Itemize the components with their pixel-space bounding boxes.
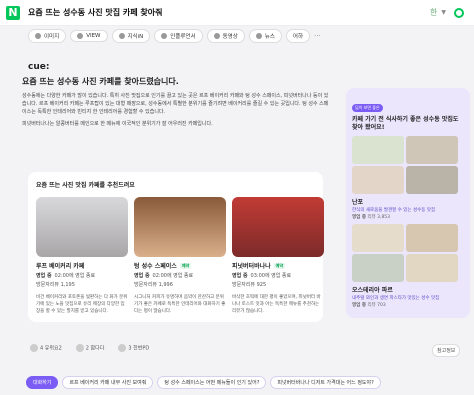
tab-kin[interactable]: 지식iN	[111, 29, 151, 43]
review-count: 방문자리뷰 1,996	[134, 282, 173, 288]
tab-images[interactable]: 이미지	[28, 29, 67, 43]
suggestion-pill[interactable]: 르프 베이커리 카페 내부 사진 보여줘	[62, 376, 154, 389]
avatar	[75, 344, 84, 352]
food-photo[interactable]	[406, 254, 458, 282]
place-name[interactable]: 루프 베이커리 카페	[36, 261, 84, 270]
answer-heading: 요즘 뜨는 성수동 사진 카페를 찾아드렸습니다.	[22, 77, 179, 86]
place-card[interactable]: 피넛버터바나나 예약 영업 중 03:00에 영업 종료 방문자리뷰 925 바삭한…	[232, 197, 324, 315]
top-search-bar: N 요즘 뜨는 성수동 사진 맛집 카페 찾아줘 한 ▼	[0, 0, 474, 26]
food-photo[interactable]	[352, 136, 404, 164]
reaction-item[interactable]: 4 유위요2	[30, 344, 62, 352]
place-card[interactable]: 루프 베이커리 카페 영업 중 02:00에 영업 종료 방문자리뷰 1,195 …	[36, 197, 128, 315]
chat-button[interactable]: 대화하기	[26, 376, 59, 389]
place-photo-grid[interactable]	[352, 136, 464, 194]
video-icon	[213, 33, 220, 39]
place-desc: 시그니처 커피가 유명하며 음악이 잔잔하고 분위기가 좋은 카페로 독특한 인…	[134, 295, 226, 314]
answer-paragraph: 성수동에는 다양한 카페가 많이 있습니다. 특히 사진 맛집으로 인기를 끌고…	[22, 93, 329, 115]
side-place-sub: 내추럴 와인과 생면 파스타가 맛있는 성수 맛집	[352, 296, 440, 301]
place-photo[interactable]	[134, 197, 226, 257]
place-photo[interactable]	[232, 197, 324, 257]
place-name[interactable]: 피넛버터바나나	[232, 261, 271, 270]
search-tabs: 이미지 VIEW 지식iN 인플루언서 동영상 뉴스 어하 ···	[0, 28, 474, 44]
suggestion-pill[interactable]: 텅 성수 스페이스는 어떤 메뉴들이 인기 있어?	[157, 376, 267, 389]
reserve-badge: 예약	[179, 262, 192, 269]
food-photo[interactable]	[352, 224, 404, 252]
place-card[interactable]: 텅 성수 스페이스 예약 영업 중 02:00에 영업 종료 방문자리뷰 1,996…	[134, 197, 226, 315]
side-place-sub: 한식의 새로움을 발견할 수 있는 성수동 맛집	[352, 208, 436, 213]
naver-logo[interactable]: N	[6, 5, 20, 20]
review-count: 방문자리뷰 1,195	[36, 282, 75, 288]
reference-button[interactable]: 참고정보	[432, 344, 461, 357]
cue-logo: cue:	[28, 62, 50, 72]
view-icon	[77, 33, 84, 39]
review-count: 방문자리뷰 925	[232, 282, 267, 288]
suggestion-pill[interactable]: 피넛버터바나나 디저트 가격대는 어느 정도야?	[270, 376, 381, 389]
food-photo[interactable]	[352, 254, 404, 282]
tab-influencer[interactable]: 인플루언서	[154, 29, 203, 43]
side-badge: 딥이 보면 좋은	[352, 104, 383, 112]
avatar	[118, 344, 127, 352]
tab-video[interactable]: 동영상	[206, 29, 245, 43]
recommend-box: 요즘 뜨는 사진 맛집 카페를 추천드려요 루프 베이커리 카페 영업 중 02:…	[28, 172, 324, 322]
place-desc: 바삭한 호떡에 대한 평이 좋았으며, 피넛버터 바나나 토스트 맛과 아는 독…	[232, 295, 321, 314]
keyboard-lang[interactable]: 한	[430, 7, 437, 18]
image-icon	[35, 33, 41, 39]
tab-more[interactable]: 어하	[285, 29, 311, 43]
food-photo[interactable]	[406, 166, 458, 194]
reaction-item[interactable]: 2 합다다	[75, 344, 104, 352]
influencer-icon	[161, 33, 168, 39]
chevron-down-icon[interactable]: ▼	[441, 9, 446, 16]
search-query[interactable]: 요즘 뜨는 성수동 사진 맛집 카페 찾아줘	[28, 7, 430, 18]
reserve-badge: 예약	[273, 262, 286, 269]
side-place-name[interactable]: 오스테리아 파르	[352, 285, 464, 294]
suggestion-bar: 대화하기 르프 베이커리 카페 내부 사진 보여줘 텅 성수 스페이스는 어떤 …	[26, 376, 381, 389]
place-photo[interactable]	[36, 197, 128, 257]
reaction-bar: 4 유위요2 2 합다다 3 한번PD	[30, 344, 149, 352]
food-photo[interactable]	[406, 136, 458, 164]
kin-icon	[118, 33, 125, 39]
place-name[interactable]: 텅 성수 스페이스	[134, 261, 177, 270]
side-recommend-panel: 딥이 보면 좋은 카페 가기 전 식사하기 좋은 성수동 맛집도 찾아 봤어요!…	[346, 88, 470, 318]
place-desc: 비건 베이커리와 포토존을 빛판하는 다 화가 분위기에 있는 노을 맛집으로 …	[36, 295, 128, 314]
tab-news[interactable]: 뉴스	[248, 29, 282, 43]
food-photo[interactable]	[352, 166, 404, 194]
side-place-name[interactable]: 난포	[352, 197, 464, 206]
answer-paragraph-2: 피넛버터나나는 알콩버터를 메인으로 한 메뉴에 이국적인 분위기가 잘 어우러…	[22, 121, 213, 127]
avatar	[30, 344, 38, 352]
place-photo-grid[interactable]	[352, 224, 464, 282]
tab-view[interactable]: VIEW	[70, 30, 108, 42]
reaction-item[interactable]: 3 한번PD	[118, 344, 149, 352]
side-title: 카페 가기 전 식사하기 좋은 성수동 맛집도 찾아 봤어요!	[352, 116, 459, 131]
recommend-title: 요즘 뜨는 사진 맛집 카페를 추천드려요	[36, 182, 135, 189]
search-icon[interactable]	[454, 7, 464, 18]
food-photo[interactable]	[406, 224, 458, 252]
more-icon[interactable]: ···	[314, 32, 321, 40]
news-icon	[255, 33, 262, 39]
